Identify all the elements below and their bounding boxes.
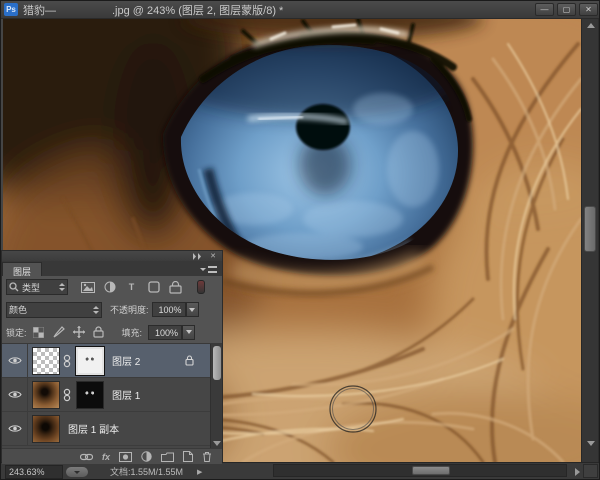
- filter-icons: T: [80, 280, 183, 294]
- layer-thumbnail[interactable]: [32, 381, 60, 409]
- zoom-dropdown-button[interactable]: [66, 467, 88, 477]
- eye-icon: [8, 356, 22, 365]
- filter-type-label: 类型: [22, 281, 40, 294]
- filter-type-dropdown[interactable]: 类型: [6, 279, 68, 295]
- filter-adjustment-layers-icon[interactable]: [102, 280, 117, 294]
- minimize-button[interactable]: —: [535, 3, 554, 16]
- close-panel-icon[interactable]: ✕: [210, 253, 216, 260]
- eye-icon: [8, 424, 22, 433]
- layer-row-1-copy[interactable]: 图层 1 副本: [2, 412, 222, 446]
- opacity-value[interactable]: 100%: [152, 302, 186, 317]
- collapse-panel-icon[interactable]: [192, 253, 202, 260]
- layer-thumbnail[interactable]: [32, 415, 60, 443]
- layer-name[interactable]: 图层 1: [112, 387, 140, 402]
- vertical-scrollbar-thumb[interactable]: [584, 206, 596, 252]
- panel-bottom-bar: fx: [2, 448, 222, 464]
- horizontal-scrollbar-thumb[interactable]: [412, 466, 450, 475]
- layers-list-scrollbar-thumb[interactable]: [213, 346, 221, 380]
- maximize-button[interactable]: ▢: [557, 3, 576, 16]
- opacity-dropdown-button[interactable]: [186, 302, 199, 317]
- mask-link-icon[interactable]: [63, 388, 71, 402]
- layer-filter-row: 类型 T: [2, 276, 222, 298]
- layer-row-1[interactable]: 图层 1: [2, 378, 222, 412]
- visibility-toggle[interactable]: [2, 344, 28, 377]
- window-controls: — ▢ ✕: [535, 3, 598, 16]
- lock-all-icon[interactable]: [92, 325, 106, 339]
- filter-type-layers-icon[interactable]: T: [124, 280, 139, 294]
- lock-row: 锁定: 填充: 100%: [2, 321, 222, 343]
- link-layers-icon[interactable]: [80, 453, 93, 461]
- layers-list-scrollbar[interactable]: [210, 344, 222, 448]
- filter-type-spinner: [55, 283, 65, 291]
- mask-link-icon[interactable]: [63, 354, 71, 368]
- layers-list-scroll-down-arrow[interactable]: [213, 441, 221, 446]
- new-group-folder-icon[interactable]: [161, 452, 174, 462]
- layer-mask-thumbnail[interactable]: [76, 347, 104, 375]
- layer-lock-badge-icon: [185, 355, 194, 366]
- scroll-up-arrow[interactable]: [587, 23, 595, 28]
- new-layer-icon[interactable]: [183, 451, 193, 462]
- add-layer-mask-icon[interactable]: [119, 452, 132, 462]
- lock-transparency-icon[interactable]: [32, 325, 46, 339]
- filter-pixel-layers-icon[interactable]: [80, 280, 95, 294]
- blend-mode-row: 颜色 不透明度: 100%: [2, 298, 222, 321]
- delete-layer-trash-icon[interactable]: [202, 451, 212, 462]
- panel-tab-row: 图层: [2, 261, 222, 276]
- close-button[interactable]: ✕: [579, 3, 598, 16]
- filter-shape-layers-icon[interactable]: [146, 280, 161, 294]
- layers-panel: ✕ 图层 类型: [1, 250, 223, 462]
- layer-filter-toggle[interactable]: [197, 280, 205, 294]
- horizontal-scrollbar[interactable]: [273, 464, 567, 477]
- layer-name[interactable]: 图层 1 副本: [68, 421, 119, 436]
- eye-icon: [8, 390, 22, 399]
- fill-label: 填充:: [122, 326, 143, 339]
- blend-mode-spinner: [89, 306, 99, 314]
- vertical-scrollbar[interactable]: [581, 19, 598, 462]
- search-icon: [9, 282, 19, 292]
- panel-menu-icon[interactable]: [200, 266, 217, 273]
- resize-corner[interactable]: [583, 464, 598, 478]
- layer-row-2[interactable]: 图层 2: [2, 344, 222, 378]
- visibility-toggle[interactable]: [2, 378, 28, 411]
- scroll-down-arrow[interactable]: [587, 441, 595, 446]
- layer-name[interactable]: 图层 2: [112, 353, 140, 368]
- panel-drag-bar[interactable]: ✕: [2, 251, 222, 261]
- document-title-prefix: 猎豹—: [23, 2, 56, 18]
- layer-mask-thumbnail[interactable]: [76, 381, 104, 409]
- scroll-right-arrow[interactable]: [575, 468, 580, 476]
- lock-label: 锁定:: [6, 326, 27, 339]
- panel-menu-lines: [208, 266, 217, 273]
- lock-position-icon[interactable]: [72, 325, 86, 339]
- filter-smart-objects-icon[interactable]: [168, 280, 183, 294]
- status-flyout-button[interactable]: ▶: [197, 468, 202, 476]
- fill-dropdown-button[interactable]: [182, 325, 195, 340]
- title-bar: Ps 猎豹— .jpg @ 243% (图层 2, 图层蒙版/8) * — ▢ …: [1, 1, 600, 19]
- lock-pixels-brush-icon[interactable]: [52, 325, 66, 339]
- photoshop-app-icon[interactable]: Ps: [4, 3, 18, 16]
- layer-thumbnail[interactable]: [32, 347, 60, 375]
- visibility-toggle[interactable]: [2, 412, 28, 445]
- layers-list: 图层 2 图层 1 图层 1 副本: [2, 343, 222, 448]
- document-title-suffix: .jpg @ 243% (图层 2, 图层蒙版/8) *: [112, 2, 283, 18]
- blend-mode-dropdown[interactable]: 颜色: [6, 302, 102, 318]
- document-size-info: 文档:1.55M/1.55M: [110, 465, 183, 478]
- photoshop-window: Ps 猎豹— .jpg @ 243% (图层 2, 图层蒙版/8) * — ▢ …: [0, 0, 600, 480]
- layer-style-fx-icon[interactable]: fx: [102, 452, 110, 462]
- opacity-label: 不透明度:: [110, 303, 149, 316]
- panel-menu-caret: [200, 268, 206, 271]
- zoom-level-input[interactable]: 243.63%: [5, 465, 63, 479]
- blend-mode-value: 颜色: [9, 303, 27, 316]
- lock-buttons: [32, 325, 106, 339]
- layers-tab[interactable]: 图层: [2, 262, 42, 276]
- fill-value[interactable]: 100%: [148, 325, 182, 340]
- adjustment-layer-icon[interactable]: [141, 451, 152, 462]
